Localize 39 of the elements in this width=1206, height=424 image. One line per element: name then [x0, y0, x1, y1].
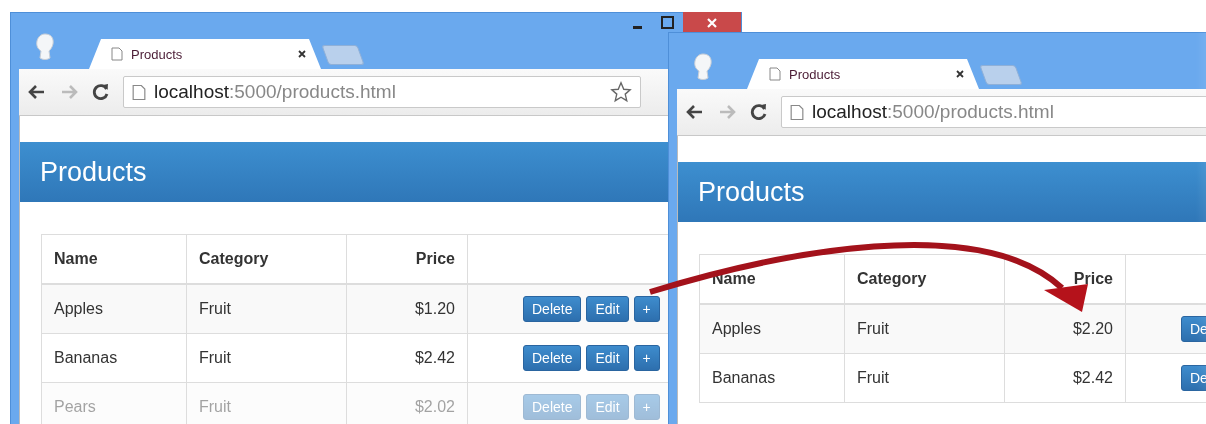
- page-icon: [111, 47, 123, 61]
- address-bar[interactable]: localhost:5000/products.html: [781, 96, 1206, 128]
- page-title: Products: [698, 176, 805, 208]
- table-cell: Apples: [699, 304, 845, 354]
- close-icon[interactable]: [683, 12, 741, 34]
- reload-icon[interactable]: [91, 82, 111, 102]
- table-cell: Bananas: [699, 353, 845, 403]
- table-cell: Fruit: [186, 333, 347, 383]
- browser-tab[interactable]: Products: [89, 39, 321, 69]
- table-cell: $2.42: [346, 333, 468, 383]
- table-cell: $1.20: [346, 284, 468, 334]
- close-tab-icon[interactable]: [955, 69, 965, 79]
- table-cell: Fruit: [844, 304, 1005, 354]
- table-cell: Pears: [41, 382, 187, 424]
- url-text: localhost:5000/products.html: [154, 81, 397, 103]
- table-cell: Fruit: [186, 382, 347, 424]
- action-button[interactable]: Delete: [523, 345, 582, 371]
- reload-icon[interactable]: [749, 102, 769, 122]
- page-icon: [132, 83, 146, 101]
- star-icon[interactable]: [610, 81, 632, 103]
- table-cell: Fruit: [844, 353, 1005, 403]
- page-title: Products: [40, 156, 147, 188]
- table-cell: Fruit: [186, 284, 347, 334]
- action-button[interactable]: Edit: [586, 345, 629, 371]
- table-cell: Bananas: [41, 333, 187, 383]
- page-icon: [769, 67, 781, 81]
- page-icon: [790, 103, 804, 121]
- table-cell: $2.02: [346, 382, 468, 424]
- action-button[interactable]: Delete: [523, 296, 582, 322]
- table-cell: $2.20: [1004, 304, 1126, 354]
- table-cell: Apples: [41, 284, 187, 334]
- browser-tab[interactable]: Products: [747, 59, 979, 89]
- address-bar[interactable]: localhost:5000/products.html: [123, 76, 641, 108]
- close-tab-icon[interactable]: [297, 49, 307, 59]
- table-cell: $2.42: [1004, 353, 1126, 403]
- action-button[interactable]: +: [633, 296, 660, 322]
- action-button[interactable]: +: [633, 345, 660, 371]
- url-text: localhost:5000/products.html: [812, 101, 1055, 123]
- action-button[interactable]: Edit: [586, 296, 629, 322]
